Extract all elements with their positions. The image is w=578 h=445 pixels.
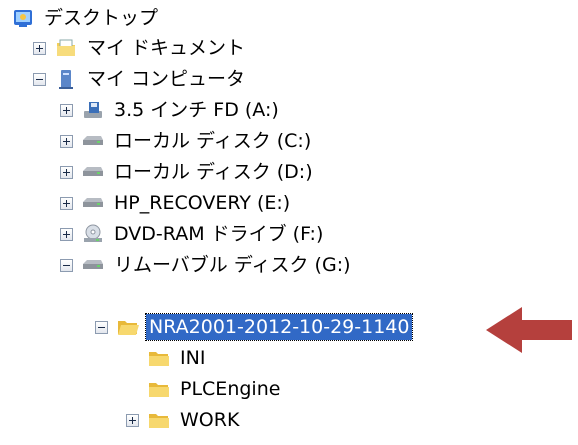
- tree-item-desktop[interactable]: デスクトップ: [12, 3, 161, 33]
- tree-label: DVD-RAM ドライブ (F:): [114, 223, 324, 245]
- tree-label: ローカル ディスク (D:): [114, 161, 313, 183]
- tree-item-my-computer[interactable]: マイ コンピュータ: [33, 64, 248, 94]
- desktop-icon: [12, 7, 34, 29]
- expand-toggle[interactable]: [60, 196, 73, 210]
- tree-item-dvd[interactable]: DVD-RAM ドライブ (F:): [60, 219, 326, 249]
- tree-label: WORK: [180, 409, 240, 431]
- pointer-arrow-icon: [484, 305, 574, 355]
- expand-toggle[interactable]: [60, 103, 73, 117]
- tree-label: ローカル ディスク (C:): [114, 130, 312, 152]
- folder-docs-icon: [55, 37, 77, 59]
- tree-label-selected: NRA2001-2012-10-29-1140: [144, 313, 414, 341]
- tree-item-work[interactable]: WORK: [126, 405, 242, 435]
- tree-label: 3.5 インチ FD (A:): [114, 99, 279, 121]
- tree-label: リムーバブル ディスク (G:): [114, 254, 351, 276]
- expand-toggle[interactable]: [126, 413, 139, 427]
- tree-label: デスクトップ: [44, 7, 159, 29]
- tree-item-nra-folder[interactable]: NRA2001-2012-10-29-1140: [95, 312, 414, 342]
- hard-disk-icon: [82, 254, 104, 276]
- tree-item-removable[interactable]: リムーバブル ディスク (G:): [60, 250, 354, 280]
- folder-icon: [148, 409, 170, 431]
- tree-label: PLCEngine: [180, 378, 281, 400]
- folder-icon: [148, 347, 170, 369]
- tree-label: INI: [180, 347, 206, 369]
- tree-item-local-c[interactable]: ローカル ディスク (C:): [60, 126, 314, 156]
- tree-item-ini[interactable]: INI: [148, 343, 208, 373]
- computer-icon: [55, 68, 77, 90]
- hard-disk-icon: [82, 130, 104, 152]
- tree-item-plcengine[interactable]: PLCEngine: [148, 374, 283, 404]
- collapse-toggle[interactable]: [95, 320, 108, 334]
- tree-label: HP_RECOVERY (E:): [114, 192, 291, 214]
- collapse-toggle[interactable]: [60, 258, 73, 272]
- tree-label: マイ コンピュータ: [87, 68, 246, 90]
- floppy-drive-icon: [82, 99, 104, 121]
- hard-disk-icon: [82, 161, 104, 183]
- tree-item-my-documents[interactable]: マイ ドキュメント: [33, 33, 248, 63]
- expand-toggle[interactable]: [33, 41, 46, 55]
- expand-toggle[interactable]: [60, 227, 73, 241]
- tree-item-local-d[interactable]: ローカル ディスク (D:): [60, 157, 316, 187]
- folder-open-icon: [117, 316, 139, 338]
- expand-toggle[interactable]: [60, 134, 73, 148]
- hard-disk-icon: [82, 192, 104, 214]
- tree-label: マイ ドキュメント: [87, 37, 246, 59]
- expand-toggle[interactable]: [60, 165, 73, 179]
- collapse-toggle[interactable]: [33, 72, 46, 86]
- folder-icon: [148, 378, 170, 400]
- dvd-drive-icon: [82, 223, 104, 245]
- tree-item-hp-recovery[interactable]: HP_RECOVERY (E:): [60, 188, 293, 218]
- tree-item-floppy[interactable]: 3.5 インチ FD (A:): [60, 95, 282, 125]
